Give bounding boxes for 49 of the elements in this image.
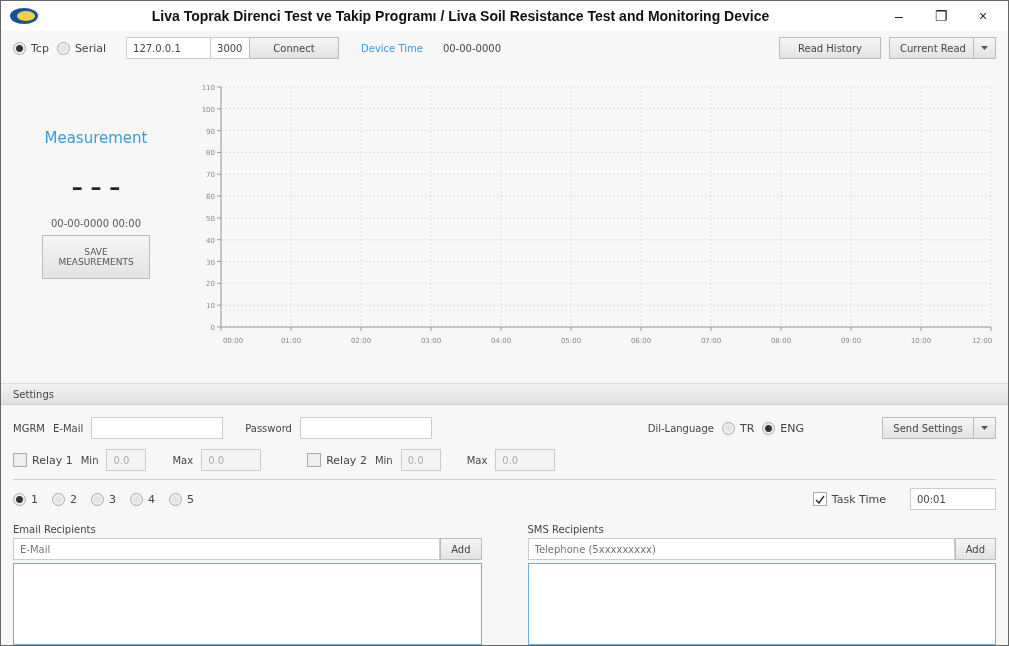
window-control-button[interactable]: ❐ xyxy=(924,7,958,25)
send-settings-button[interactable]: Send Settings xyxy=(882,417,974,439)
password-label: Password xyxy=(245,422,292,434)
add-button[interactable]: Add xyxy=(440,538,482,560)
device-time-label: Device Time xyxy=(361,42,423,54)
port-field[interactable]: 3000 xyxy=(210,37,251,59)
email-recipient-field[interactable]: E-Mail xyxy=(13,538,441,560)
language-radio[interactable]: TR xyxy=(721,421,755,435)
recipients-list[interactable] xyxy=(13,563,482,645)
dropdown-button[interactable] xyxy=(974,37,996,59)
language-radio[interactable]: ENG xyxy=(762,421,804,435)
connect-button[interactable]: Connect xyxy=(249,37,340,59)
read-history-button[interactable]: Read History xyxy=(779,37,881,59)
logo-icon xyxy=(9,6,39,26)
recipients-title: SMS Recipients xyxy=(527,524,605,535)
relay-checkbox[interactable]: Relay 1 xyxy=(13,453,73,467)
measurement-title: Measurement xyxy=(44,129,148,147)
window-control-button[interactable]: × xyxy=(966,7,1000,25)
caret-icon xyxy=(981,46,988,50)
language-label: Dil-Language xyxy=(647,422,714,434)
relay-checkbox[interactable]: Relay 2 xyxy=(307,453,367,467)
task-time-field[interactable]: 00:01 xyxy=(910,488,996,510)
email-field[interactable] xyxy=(91,417,224,439)
window-title: Liva Toprak Direnci Test ve Takip Programı / Liva Soil Resistance Test and Monitoring Device xyxy=(150,8,771,24)
measurement-value: – – – xyxy=(71,175,121,200)
max-label: Max xyxy=(466,454,488,466)
connection-radio[interactable]: Tcp xyxy=(13,41,49,55)
task-time-checkbox[interactable]: Task Time xyxy=(812,492,886,506)
email-label: E-Mail xyxy=(52,422,84,434)
add-button[interactable]: Add xyxy=(954,538,996,560)
connection-radio[interactable]: Serial xyxy=(56,41,107,55)
min-label: Min xyxy=(80,454,99,466)
check-icon xyxy=(814,494,825,504)
measurement-timestamp: 00-00-0000 00:00 xyxy=(50,218,142,229)
window-control-button[interactable]: – xyxy=(882,7,916,25)
current-read-button[interactable]: Current Read xyxy=(889,37,974,59)
min-label: Min xyxy=(374,454,393,466)
max-label: Max xyxy=(172,454,194,466)
caret-icon xyxy=(981,426,988,430)
address-field[interactable]: 127.0.0.1 xyxy=(126,37,212,59)
dropdown-button[interactable] xyxy=(974,417,996,439)
recipients-list[interactable] xyxy=(527,563,996,645)
password-field[interactable] xyxy=(299,417,432,439)
recipients-title: Email Recipients xyxy=(13,524,97,535)
mgrm-label: MGRM xyxy=(13,422,45,434)
settings-title: Settings xyxy=(13,388,54,400)
sms-recipient-field[interactable]: Telephone (5xxxxxxxxx) xyxy=(527,538,955,560)
save-measurements-button[interactable]: SAVE MEASUREMENTS xyxy=(42,235,150,279)
device-time: 00-00-0000 xyxy=(442,42,501,54)
